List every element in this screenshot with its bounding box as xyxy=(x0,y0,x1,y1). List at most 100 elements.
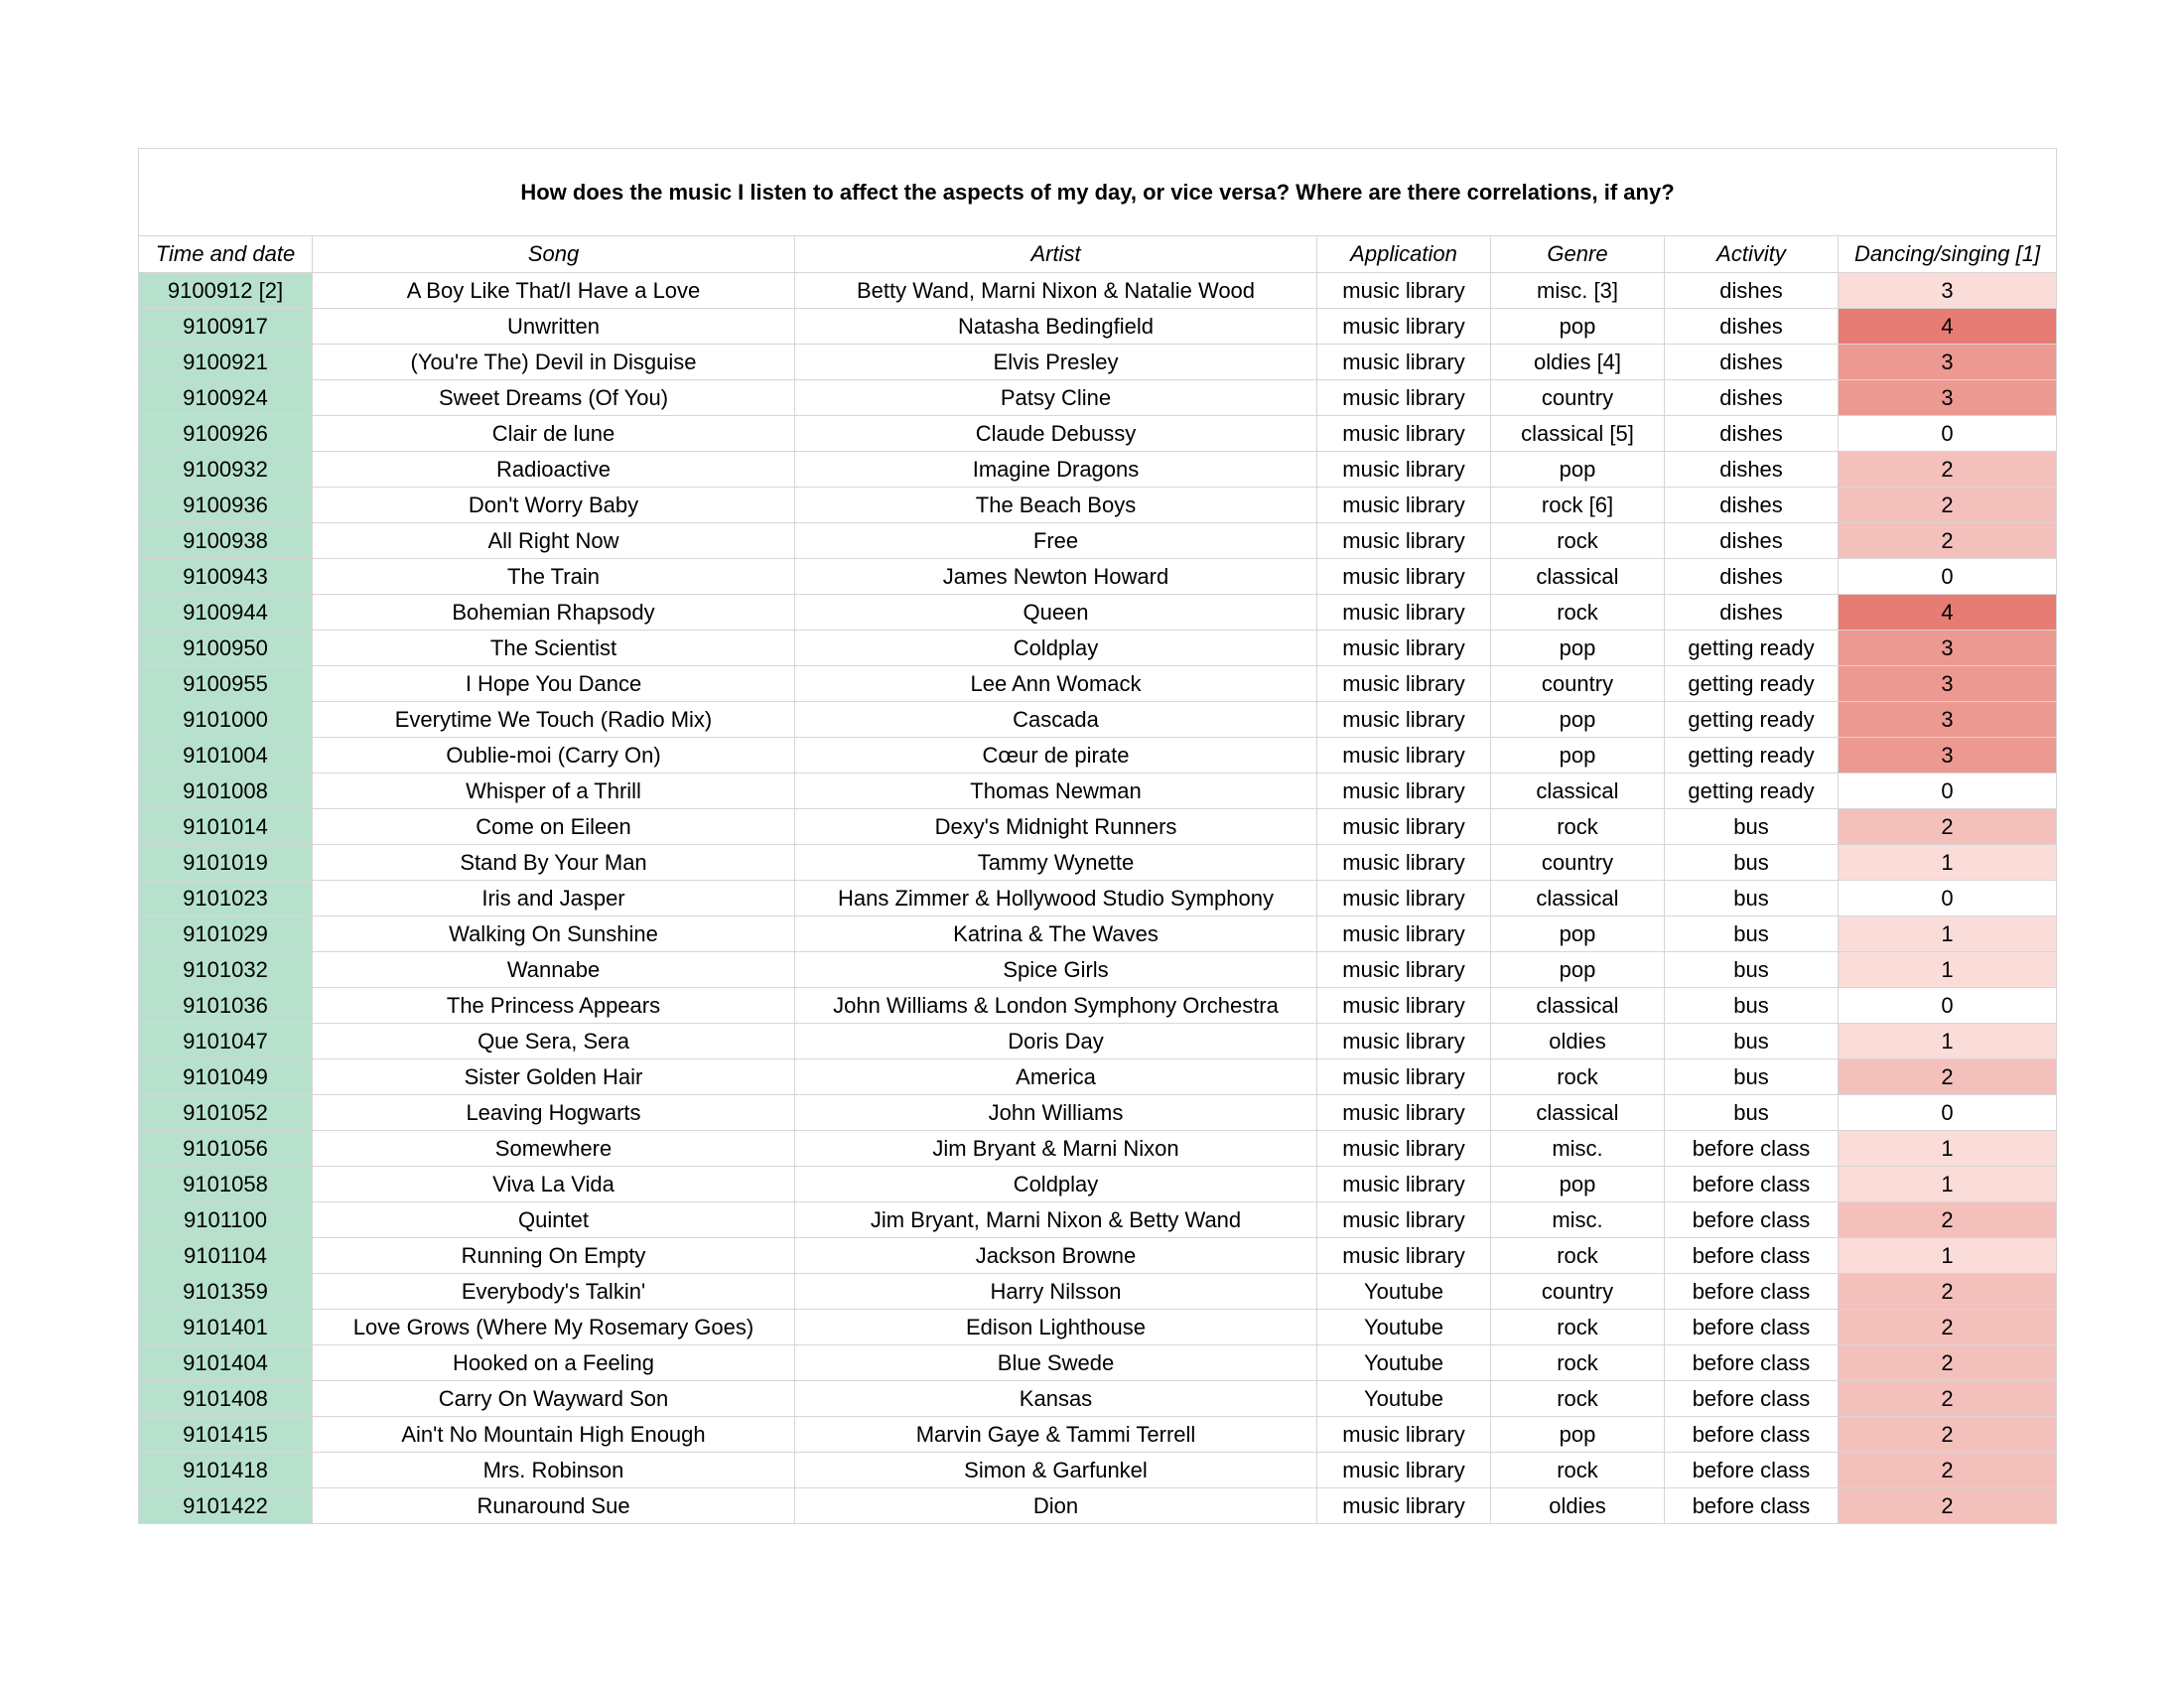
genre-cell: pop xyxy=(1490,451,1665,488)
column-header-activity: Activity xyxy=(1664,235,1839,273)
table-row: 9101029 Walking On Sunshine Katrina & The … xyxy=(138,915,2057,952)
application-cell: music library xyxy=(1316,308,1491,345)
activity-cell: bus xyxy=(1664,808,1839,845)
genre-cell: pop xyxy=(1490,630,1665,666)
artist-cell: Elvis Presley xyxy=(794,344,1317,380)
song-cell: Bohemian Rhapsody xyxy=(312,594,795,631)
dancing-singing-cell: 4 xyxy=(1838,594,2057,631)
activity-cell: getting ready xyxy=(1664,630,1839,666)
time-cell: 9101036 xyxy=(138,987,313,1024)
genre-cell: misc. xyxy=(1490,1201,1665,1238)
table-row: 9101104 Running On Empty Jackson Browne mus… xyxy=(138,1237,2057,1274)
song-cell: Quintet xyxy=(312,1201,795,1238)
genre-cell: pop xyxy=(1490,915,1665,952)
song-cell: Runaround Sue xyxy=(312,1487,795,1524)
genre-cell: classical xyxy=(1490,987,1665,1024)
artist-cell: Jim Bryant & Marni Nixon xyxy=(794,1130,1317,1167)
table-row: 9101049 Sister Golden Hair America music li… xyxy=(138,1058,2057,1095)
time-cell: 9101008 xyxy=(138,773,313,809)
table-row: 9101422 Runaround Sue Dion music library old… xyxy=(138,1487,2057,1524)
genre-cell: misc. [3] xyxy=(1490,272,1665,309)
activity-cell: getting ready xyxy=(1664,737,1839,774)
time-cell: 9101359 xyxy=(138,1273,313,1310)
table-row: 9100944 Bohemian Rhapsody Queen music libra… xyxy=(138,594,2057,631)
song-cell: I Hope You Dance xyxy=(312,665,795,702)
column-header-artist: Artist xyxy=(794,235,1317,273)
activity-cell: before class xyxy=(1664,1452,1839,1488)
activity-cell: getting ready xyxy=(1664,773,1839,809)
genre-cell: pop xyxy=(1490,737,1665,774)
genre-cell: pop xyxy=(1490,308,1665,345)
dancing-singing-cell: 1 xyxy=(1838,844,2057,881)
artist-cell: Tammy Wynette xyxy=(794,844,1317,881)
time-cell: 9101019 xyxy=(138,844,313,881)
song-cell: Don't Worry Baby xyxy=(312,487,795,523)
dancing-singing-cell: 0 xyxy=(1838,987,2057,1024)
song-cell: A Boy Like That/I Have a Love xyxy=(312,272,795,309)
dancing-singing-cell: 1 xyxy=(1838,1166,2057,1202)
song-cell: Radioactive xyxy=(312,451,795,488)
time-cell: 9100955 xyxy=(138,665,313,702)
time-cell: 9101422 xyxy=(138,1487,313,1524)
table-row: 9100924 Sweet Dreams (Of You) Patsy Cline m… xyxy=(138,379,2057,416)
activity-cell: bus xyxy=(1664,987,1839,1024)
time-cell: 9101004 xyxy=(138,737,313,774)
artist-cell: Marvin Gaye & Tammi Terrell xyxy=(794,1416,1317,1453)
activity-cell: bus xyxy=(1664,880,1839,916)
dancing-singing-cell: 2 xyxy=(1838,1344,2057,1381)
dancing-singing-cell: 3 xyxy=(1838,737,2057,774)
table-row: 9100912 [2] A Boy Like That/I Have a Love… xyxy=(138,272,2057,309)
activity-cell: bus xyxy=(1664,915,1839,952)
table-row: 9101415 Ain't No Mountain High Enough Marv… xyxy=(138,1416,2057,1453)
time-cell: 9101052 xyxy=(138,1094,313,1131)
activity-cell: before class xyxy=(1664,1487,1839,1524)
application-cell: music library xyxy=(1316,1452,1491,1488)
activity-cell: bus xyxy=(1664,951,1839,988)
dancing-singing-cell: 2 xyxy=(1838,1416,2057,1453)
table-row: 9101408 Carry On Wayward Son Kansas Youtube… xyxy=(138,1380,2057,1417)
song-cell: Hooked on a Feeling xyxy=(312,1344,795,1381)
table-row: 9101404 Hooked on a Feeling Blue Swede Yout… xyxy=(138,1344,2057,1381)
genre-cell: classical xyxy=(1490,1094,1665,1131)
artist-cell: John Williams & London Symphony Orchestr… xyxy=(794,987,1317,1024)
artist-cell: Patsy Cline xyxy=(794,379,1317,416)
artist-cell: Jackson Browne xyxy=(794,1237,1317,1274)
genre-cell: rock xyxy=(1490,1237,1665,1274)
artist-cell: Lee Ann Womack xyxy=(794,665,1317,702)
artist-cell: Thomas Newman xyxy=(794,773,1317,809)
genre-cell: country xyxy=(1490,665,1665,702)
table-row: 9101008 Whisper of a Thrill Thomas Newman m… xyxy=(138,773,2057,809)
song-cell: Everytime We Touch (Radio Mix) xyxy=(312,701,795,738)
column-header-song: Song xyxy=(312,235,795,273)
song-cell: Oublie-moi (Carry On) xyxy=(312,737,795,774)
artist-cell: Blue Swede xyxy=(794,1344,1317,1381)
time-cell: 9101415 xyxy=(138,1416,313,1453)
artist-cell: Edison Lighthouse xyxy=(794,1309,1317,1345)
activity-cell: bus xyxy=(1664,1094,1839,1131)
column-header-application: Application xyxy=(1316,235,1491,273)
sheet-title: How does the music I listen to affect th… xyxy=(138,148,2057,236)
application-cell: music library xyxy=(1316,272,1491,309)
application-cell: music library xyxy=(1316,773,1491,809)
header-row: Time and date Song Artist Application Ge… xyxy=(138,235,2057,273)
dancing-singing-cell: 1 xyxy=(1838,1130,2057,1167)
genre-cell: pop xyxy=(1490,701,1665,738)
table-row: 9101058 Viva La Vida Coldplay music library… xyxy=(138,1166,2057,1202)
time-cell: 9101023 xyxy=(138,880,313,916)
song-cell: Viva La Vida xyxy=(312,1166,795,1202)
song-cell: Unwritten xyxy=(312,308,795,345)
song-cell: All Right Now xyxy=(312,522,795,559)
genre-cell: rock xyxy=(1490,1344,1665,1381)
genre-cell: misc. xyxy=(1490,1130,1665,1167)
song-cell: The Train xyxy=(312,558,795,595)
dancing-singing-cell: 1 xyxy=(1838,915,2057,952)
artist-cell: Doris Day xyxy=(794,1023,1317,1059)
artist-cell: Spice Girls xyxy=(794,951,1317,988)
table-row: 9100917 Unwritten Natasha Bedingfield music… xyxy=(138,308,2057,345)
table-row: 9101056 Somewhere Jim Bryant & Marni Nixon… xyxy=(138,1130,2057,1167)
application-cell: Youtube xyxy=(1316,1309,1491,1345)
time-cell: 9101100 xyxy=(138,1201,313,1238)
activity-cell: dishes xyxy=(1664,379,1839,416)
application-cell: music library xyxy=(1316,594,1491,631)
artist-cell: Dexy's Midnight Runners xyxy=(794,808,1317,845)
